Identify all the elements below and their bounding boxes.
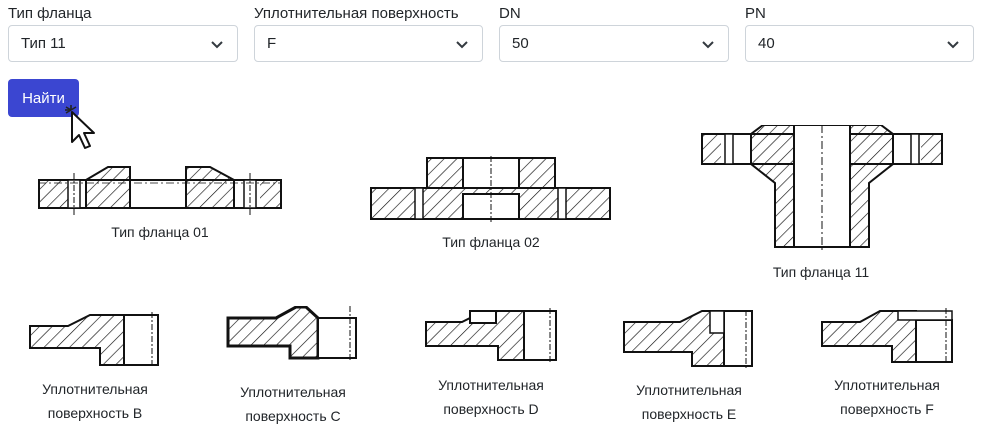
surface-d-caption-line1: Уплотнительная [438,377,544,393]
flange-type-field: Тип фланца Тип 11 [8,4,238,62]
sealing-surface-field: Уплотнительная поверхность F [254,4,483,62]
pn-label: PN [745,5,766,22]
surface-e-caption-line2: поверхность E [641,406,737,422]
flange-type-01-drawing[interactable] [38,165,282,215]
sealing-surface-e-drawing[interactable] [622,310,754,368]
sealing-surface-c-drawing[interactable] [226,306,358,360]
flange-type-select[interactable]: Тип 11 [8,25,238,62]
sealing-surface-select[interactable]: F [254,25,483,62]
flange-type-value: Тип 11 [21,35,66,52]
sealing-surface-f-drawing[interactable] [820,308,954,364]
chevron-down-icon [211,41,223,49]
dn-value: 50 [512,35,529,52]
chevron-down-icon [947,41,959,49]
surface-d-caption-line2: поверхность D [443,401,539,417]
flange-type-02-drawing[interactable] [370,156,612,222]
dn-label: DN [499,5,521,22]
surface-b-caption-line1: Уплотнительная [42,381,148,397]
flange-type-11-caption: Тип фланца 11 [772,264,870,280]
sealing-surface-d-drawing[interactable] [424,308,558,362]
pn-field: PN 40 [745,4,974,62]
flange-type-02-caption: Тип фланца 02 [442,234,540,250]
surface-c-caption-line1: Уплотнительная [240,384,346,400]
surface-f-caption-line2: поверхность F [840,401,934,417]
pn-value: 40 [758,35,775,52]
surface-c-caption: Уплотнительная поверхность C [216,380,370,428]
sealing-surface-label: Уплотнительная поверхность [254,5,459,22]
surface-e-caption: Уплотнительная поверхность E [612,378,766,426]
surface-f-caption-line1: Уплотнительная [834,377,940,393]
surface-b-caption: Уплотнительная поверхность B [18,377,172,425]
surface-f-caption: Уплотнительная поверхность F [810,373,964,421]
flange-type-11-drawing[interactable] [701,125,943,253]
mouse-pointer-icon [65,105,95,149]
flange-type-label: Тип фланца [8,5,92,22]
pn-select[interactable]: 40 [745,25,974,62]
chevron-down-icon [456,41,468,49]
chevron-down-icon [702,41,714,49]
surface-d-caption: Уплотнительная поверхность D [414,373,568,421]
dn-field: DN 50 [499,4,729,62]
surface-b-caption-line2: поверхность B [47,405,143,421]
flange-type-01-caption: Тип фланца 01 [111,224,209,240]
sealing-surface-value: F [267,35,277,52]
surface-e-caption-line1: Уплотнительная [636,382,742,398]
surface-c-caption-line2: поверхность C [245,408,341,424]
dn-select[interactable]: 50 [499,25,729,62]
sealing-surface-b-drawing[interactable] [28,312,160,368]
